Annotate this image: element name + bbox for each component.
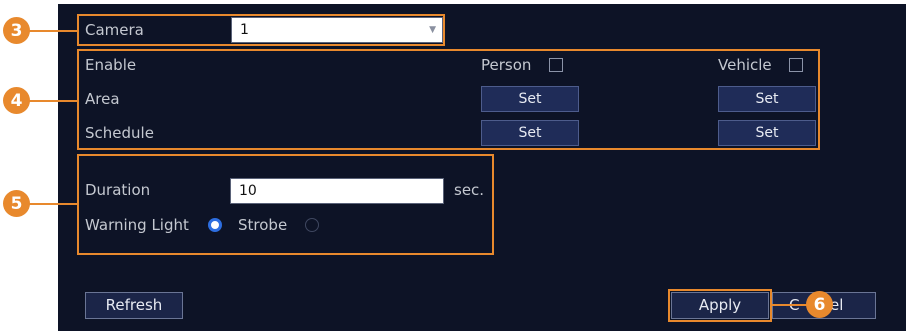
strobe-radio[interactable] xyxy=(305,218,319,232)
person-schedule-set-button[interactable]: Set xyxy=(481,120,579,146)
warning-light-radio[interactable] xyxy=(208,218,222,232)
chevron-down-icon: ▼ xyxy=(429,25,436,35)
warning-light-label: Warning Light xyxy=(85,216,189,234)
callout-line-5 xyxy=(29,203,77,205)
callout-line-3 xyxy=(29,30,77,32)
strobe-label: Strobe xyxy=(238,216,288,234)
area-label: Area xyxy=(85,90,120,108)
callout-box-6 xyxy=(668,289,772,322)
callout-badge-3: 3 xyxy=(3,17,30,44)
callout-badge-6: 6 xyxy=(806,291,833,318)
refresh-button[interactable]: Refresh xyxy=(85,292,183,319)
callout-line-6 xyxy=(771,304,808,306)
callout-badge-5: 5 xyxy=(3,190,30,217)
callout-badge-4: 4 xyxy=(3,87,30,114)
schedule-label: Schedule xyxy=(85,124,154,142)
duration-unit: sec. xyxy=(454,181,485,199)
camera-select-value: 1 xyxy=(240,22,249,38)
duration-label: Duration xyxy=(85,181,151,199)
person-checkbox[interactable] xyxy=(549,58,563,72)
duration-value: 10 xyxy=(239,183,257,199)
camera-select[interactable]: 1 ▼ xyxy=(231,17,443,43)
vehicle-label: Vehicle xyxy=(718,56,772,74)
person-area-set-button[interactable]: Set xyxy=(481,86,579,112)
camera-label: Camera xyxy=(85,21,144,39)
duration-input[interactable]: 10 xyxy=(230,178,444,204)
callout-box-4 xyxy=(77,49,820,150)
enable-label: Enable xyxy=(85,56,137,74)
callout-box-5 xyxy=(77,154,494,255)
vehicle-checkbox[interactable] xyxy=(789,58,803,72)
person-label: Person xyxy=(481,56,532,74)
vehicle-area-set-button[interactable]: Set xyxy=(718,86,816,112)
callout-line-4 xyxy=(29,100,77,102)
vehicle-schedule-set-button[interactable]: Set xyxy=(718,120,816,146)
